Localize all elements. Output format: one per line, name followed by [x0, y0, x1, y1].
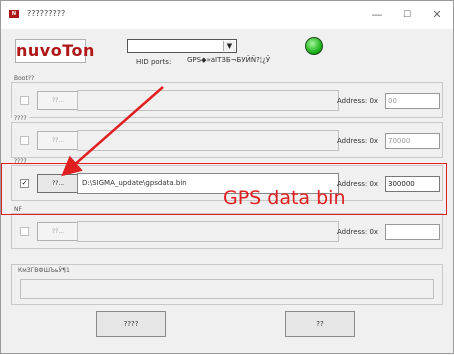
- annotation-arrow-icon: [61, 86, 164, 177]
- app-window: N ????????? — ☐ ✕ nuvoTon ▼ HID ports: G…: [0, 0, 454, 354]
